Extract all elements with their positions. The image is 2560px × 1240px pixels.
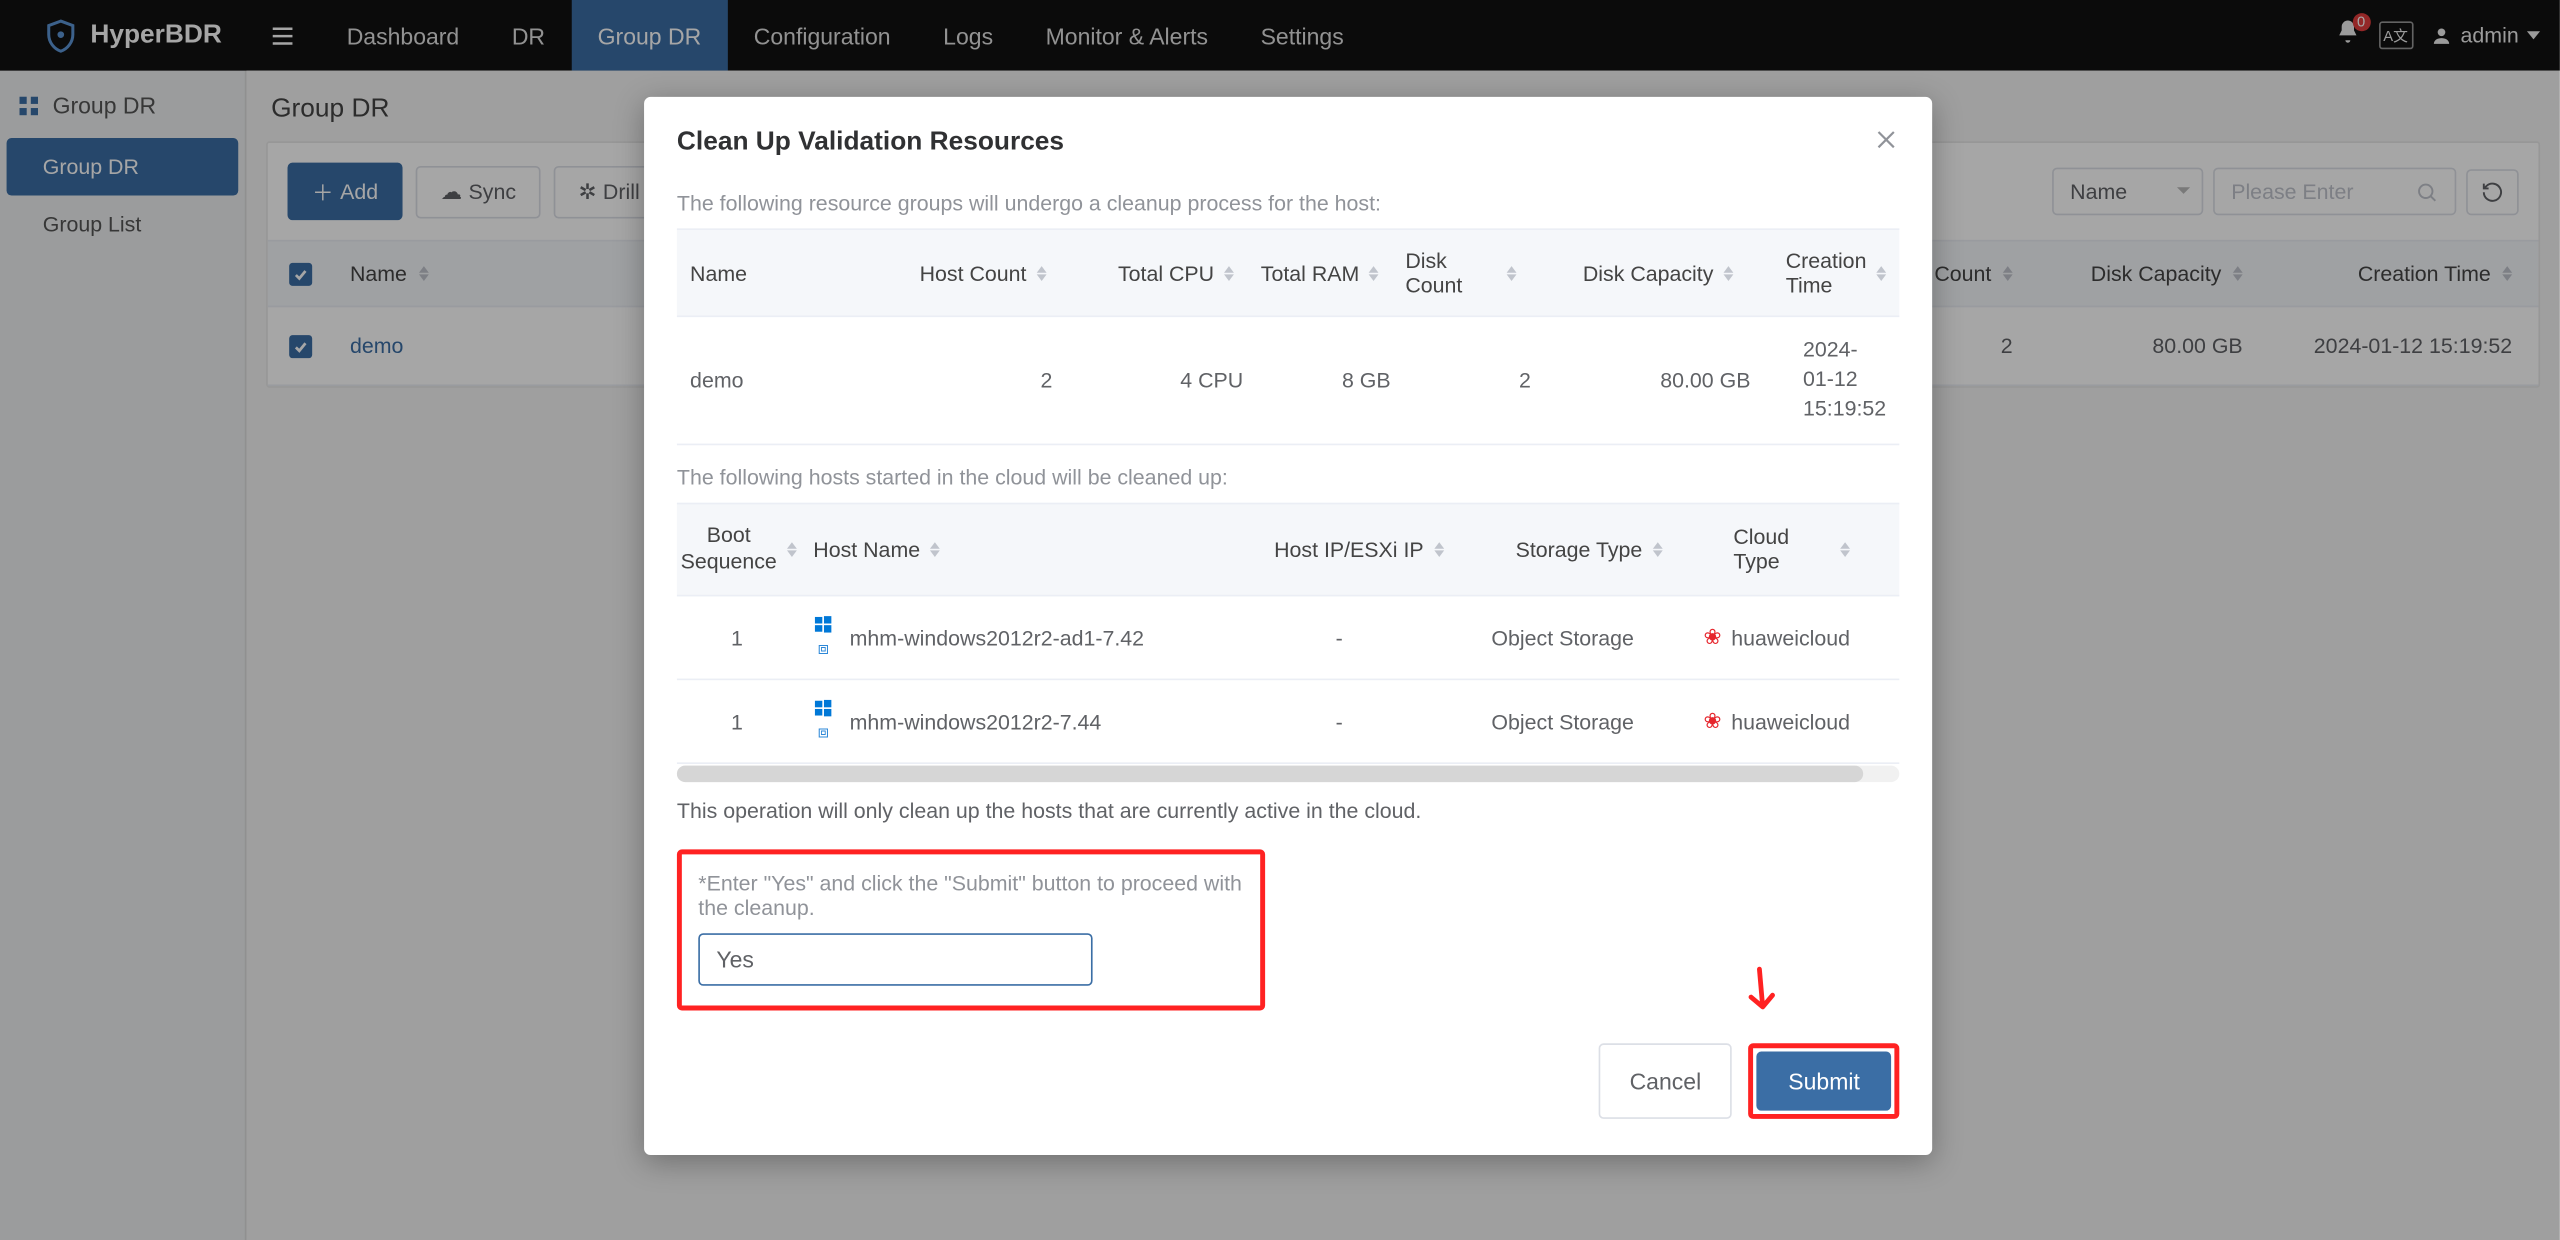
host-row-seq: 1 [677, 597, 797, 679]
host-col-ip[interactable]: Host IP/ESXi IP [1260, 504, 1457, 596]
rg-row-disk-count: 2 [1404, 317, 1544, 443]
host-row-ip: - [1243, 681, 1435, 763]
modal-note-3: This operation will only clean up the ho… [677, 799, 1899, 824]
host-row: 1 ⧈ mhm-windows2012r2-ad1-7.42 - Object S… [677, 597, 1899, 681]
submit-highlight: Submit [1749, 1044, 1899, 1120]
host-name: mhm-windows2012r2-7.44 [850, 710, 1102, 735]
host-col-name[interactable]: Host Name [800, 504, 1260, 596]
host-row-ip: - [1243, 597, 1435, 679]
modal-note-2: The following hosts started in the cloud… [677, 464, 1899, 489]
submit-button[interactable]: Submit [1757, 1052, 1891, 1111]
host-row-cloud: huaweicloud [1731, 626, 1850, 651]
vm-icon: ⧈ [818, 723, 830, 744]
confirm-input[interactable] [698, 934, 1092, 987]
host-col-cloud[interactable]: Cloud Type [1720, 504, 1899, 596]
rg-row-name: demo [677, 317, 897, 443]
rg-row-ram: 8 GB [1256, 317, 1403, 443]
huawei-icon: ❀ [1703, 625, 1721, 651]
modal-title: Clean Up Validation Resources [677, 127, 1064, 157]
host-table: Boot Sequence Host Name Host IP/ESXi IP … [677, 502, 1899, 765]
host-row-storage: Object Storage [1435, 597, 1690, 679]
modal-note-1: The following resource groups will under… [677, 191, 1899, 216]
host-row-storage: Object Storage [1435, 681, 1690, 763]
rg-row-disk-capacity: 80.00 GB [1544, 317, 1764, 443]
cancel-button[interactable]: Cancel [1598, 1044, 1732, 1120]
rg-row-time: 2024-01-12 15:19:52 [1764, 317, 1900, 443]
host-row-seq: 1 [677, 681, 797, 763]
vm-icon: ⧈ [818, 640, 830, 661]
host-name: mhm-windows2012r2-ad1-7.42 [850, 626, 1144, 651]
scrollbar-thumb[interactable] [677, 766, 1863, 782]
rg-col-name: Name [677, 230, 893, 315]
rg-table-row: demo 2 4 CPU 8 GB 2 80.00 GB 2024-01-12 … [677, 317, 1899, 444]
windows-icon: ⧈ [810, 615, 836, 661]
rg-row-host-count: 2 [896, 317, 1065, 443]
rg-col-total-ram[interactable]: Total RAM [1247, 230, 1392, 315]
windows-icon: ⧈ [810, 699, 836, 745]
resource-group-table: Name Host Count Total CPU Total RAM Disk… [677, 228, 1899, 444]
confirm-highlight: *Enter "Yes" and click the "Submit" butt… [677, 850, 1265, 1011]
host-col-boot-seq[interactable]: Boot Sequence [677, 504, 800, 596]
cleanup-modal: Clean Up Validation Resources The follow… [644, 97, 1932, 1156]
horizontal-scrollbar[interactable] [677, 766, 1899, 782]
close-icon [1873, 127, 1899, 153]
host-row-cloud: huaweicloud [1731, 710, 1850, 735]
rg-row-cpu: 4 CPU [1066, 317, 1257, 443]
rg-col-creation-time[interactable]: Creation Time [1746, 230, 1899, 315]
rg-col-disk-count[interactable]: Disk Count [1392, 230, 1530, 315]
host-col-storage[interactable]: Storage Type [1457, 504, 1720, 596]
close-button[interactable] [1873, 127, 1899, 158]
huawei-icon: ❀ [1703, 709, 1721, 735]
rg-col-disk-capacity[interactable]: Disk Capacity [1530, 230, 1746, 315]
confirm-instruction: *Enter "Yes" and click the "Submit" butt… [698, 871, 1243, 920]
rg-col-total-cpu[interactable]: Total CPU [1059, 230, 1247, 315]
rg-col-host-count[interactable]: Host Count [893, 230, 1059, 315]
host-row: 1 ⧈ mhm-windows2012r2-7.44 - Object Stora… [677, 681, 1899, 765]
